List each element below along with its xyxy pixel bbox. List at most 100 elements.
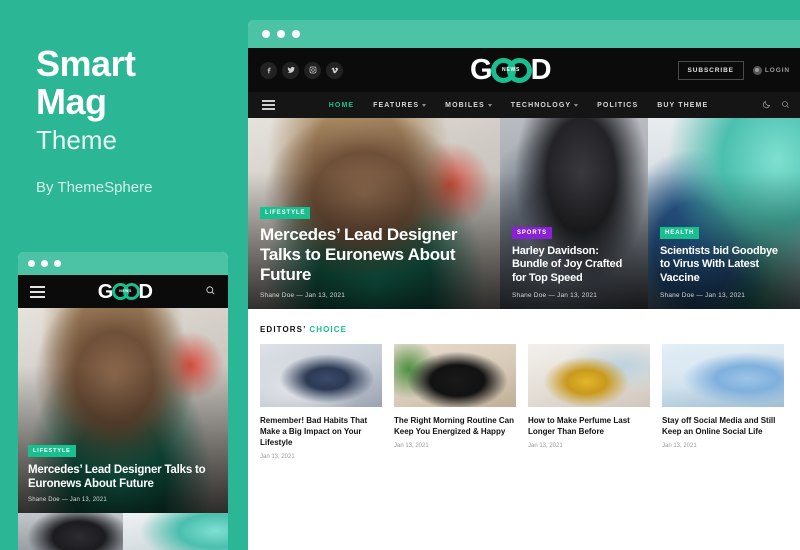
chevron-down-icon (574, 103, 579, 107)
card-date: Jan 13, 2021 (662, 443, 697, 449)
hero-right-content: HEALTH Scientists bid Goodbye to Virus W… (660, 221, 788, 299)
desktop-browser-window: G NEWS D SUBSCRIBE LOGIN HOME FEATURES M… (248, 20, 800, 550)
mobile-secondary-strip (18, 513, 228, 550)
hero-main-meta: Shane Doe — Jan 13, 2021 (260, 292, 346, 299)
promo-panel: Smart Mag Theme By ThemeSphere (36, 43, 236, 197)
promo-subtitle: Theme (36, 125, 117, 155)
logo-text-post: D (530, 53, 552, 86)
site-header: G NEWS D SUBSCRIBE LOGIN (248, 48, 800, 92)
promo-title-line1: Smart (36, 43, 136, 84)
nav-item-label: TECHNOLOGY (510, 101, 572, 109)
hero-card-middle[interactable]: SPORTS Harley Davidson: Bundle of Joy Cr… (500, 118, 648, 309)
card-title[interactable]: Remember! Bad Habits That Make a Big Imp… (260, 415, 382, 448)
vimeo-icon[interactable] (326, 61, 343, 79)
instagram-icon[interactable] (304, 61, 321, 79)
nav-links: HOME FEATURES MOBILES TECHNOLOGY POLITICS BUY… (275, 102, 762, 109)
card-date: Jan 13, 2021 (528, 443, 563, 449)
mobile-site-header: G NEWS D (18, 275, 228, 308)
card-title[interactable]: Stay off Social Media and Still Keep an … (662, 415, 784, 437)
editors-choice-heading: EDITORS’ CHOICE (260, 325, 788, 334)
mobile-browser-window: G NEWS D LIFESTYLE Mercedes’ Lead Design… (18, 252, 228, 550)
mobile-hero-card[interactable]: LIFESTYLE Mercedes’ Lead Designer Talks … (18, 308, 228, 513)
screenshot-stage: Smart Mag Theme By ThemeSphere G NEWS D … (0, 0, 800, 550)
site-logo[interactable]: G NEWS D (343, 53, 678, 86)
hero-middle-meta: Shane Doe — Jan 13, 2021 (512, 292, 598, 299)
mobile-hero-title[interactable]: Mercedes’ Lead Designer Talks to Euronew… (28, 463, 218, 491)
hero-middle-title[interactable]: Harley Davidson: Bundle of Joy Crafted f… (512, 245, 636, 286)
user-avatar-icon (752, 65, 762, 75)
card-thumbnail (662, 344, 784, 407)
facebook-icon[interactable] (260, 61, 277, 79)
logo-text-pre: G (470, 53, 493, 86)
mobile-site-logo[interactable]: G NEWS D (45, 282, 205, 302)
card-title[interactable]: The Right Morning Routine Can Keep You E… (394, 415, 516, 437)
nav-item-label: POLITICS (597, 101, 639, 109)
nav-item-technology[interactable]: TECHNOLOGY (510, 101, 579, 109)
mobile-strip-card-2[interactable] (123, 513, 228, 550)
hero-main-title[interactable]: Mercedes’ Lead Designer Talks to Euronew… (260, 225, 488, 285)
nav-item-home[interactable]: HOME (329, 102, 354, 109)
editors-choice-cards: Remember! Bad Habits That Make a Big Imp… (260, 344, 788, 460)
chevron-down-icon (487, 103, 492, 107)
editors-choice-card[interactable]: Remember! Bad Habits That Make a Big Imp… (260, 344, 382, 460)
mobile-logo-inner-label: NEWS (119, 289, 132, 293)
nav-item-buy-theme[interactable]: BUY THEME (657, 102, 708, 109)
window-dot-close[interactable] (262, 30, 270, 38)
nav-item-label: BUY THEME (657, 101, 709, 109)
hero-right-badge[interactable]: HEALTH (660, 226, 700, 239)
header-actions: SUBSCRIBE LOGIN (677, 60, 790, 80)
dark-mode-icon[interactable] (762, 96, 771, 114)
desktop-window-chrome (248, 20, 800, 48)
mobile-hamburger-menu-icon[interactable] (30, 285, 45, 298)
chevron-down-icon (422, 103, 427, 107)
mobile-logo-text-pre: G (97, 280, 114, 303)
card-date: Jan 13, 2021 (260, 454, 295, 460)
login-button[interactable]: LOGIN (752, 65, 790, 75)
mobile-search-icon[interactable] (205, 283, 216, 301)
hero-right-meta: Shane Doe — Jan 13, 2021 (660, 292, 746, 299)
window-dot-maximize[interactable] (292, 30, 300, 38)
mobile-window-chrome (18, 252, 228, 275)
mobile-hero-meta: Shane Doe — Jan 13, 2021 (28, 497, 107, 503)
search-icon[interactable] (781, 96, 790, 114)
window-dot-minimize[interactable] (277, 30, 285, 38)
nav-item-features[interactable]: FEATURES (373, 101, 427, 109)
hero-middle-badge[interactable]: SPORTS (512, 226, 553, 239)
editors-choice-heading-highlight: CHOICE (309, 325, 348, 334)
nav-item-label: MOBILES (445, 101, 485, 109)
nav-item-politics[interactable]: POLITICS (597, 102, 638, 109)
hero-right-title[interactable]: Scientists bid Goodbye to Virus With Lat… (660, 245, 788, 286)
nav-item-label: HOME (328, 101, 355, 109)
mobile-hero-content: LIFESTYLE Mercedes’ Lead Designer Talks … (28, 439, 218, 503)
hamburger-menu-icon[interactable] (262, 100, 275, 110)
card-thumbnail (528, 344, 650, 407)
card-thumbnail (394, 344, 516, 407)
mobile-window-dot-maximize[interactable] (54, 260, 61, 267)
mobile-hero-badge[interactable]: LIFESTYLE (28, 445, 76, 457)
nav-utility-icons (762, 96, 790, 114)
card-date: Jan 13, 2021 (394, 443, 429, 449)
nav-item-label: FEATURES (373, 101, 420, 109)
twitter-icon[interactable] (282, 61, 299, 79)
nav-item-mobiles[interactable]: MOBILES (445, 102, 492, 109)
promo-title-line2: Mag (36, 81, 107, 122)
hero-card-right[interactable]: HEALTH Scientists bid Goodbye to Virus W… (648, 118, 800, 309)
editors-choice-card[interactable]: How to Make Perfume Last Longer Than Bef… (528, 344, 650, 460)
hero-card-main[interactable]: LIFESTYLE Mercedes’ Lead Designer Talks … (248, 118, 500, 309)
editors-choice-card[interactable]: Stay off Social Media and Still Keep an … (662, 344, 784, 460)
social-links (260, 61, 343, 79)
subscribe-button[interactable]: SUBSCRIBE (677, 60, 744, 80)
editors-choice-heading-plain: EDITORS’ (260, 325, 310, 334)
mobile-window-dot-close[interactable] (28, 260, 35, 267)
card-title[interactable]: How to Make Perfume Last Longer Than Bef… (528, 415, 650, 437)
hero-main-badge[interactable]: LIFESTYLE (260, 207, 311, 219)
mobile-strip-card-1[interactable] (18, 513, 123, 550)
logo-infinity-icon: NEWS (490, 57, 532, 84)
logo-inner-label: NEWS (501, 66, 521, 73)
mobile-window-dot-minimize[interactable] (41, 260, 48, 267)
card-thumbnail (260, 344, 382, 407)
mobile-logo-infinity-icon: NEWS (111, 282, 140, 301)
editors-choice-section: EDITORS’ CHOICE Remember! Bad Habits Tha… (248, 309, 800, 460)
promo-byline: By ThemeSphere (36, 179, 153, 196)
editors-choice-card[interactable]: The Right Morning Routine Can Keep You E… (394, 344, 516, 460)
